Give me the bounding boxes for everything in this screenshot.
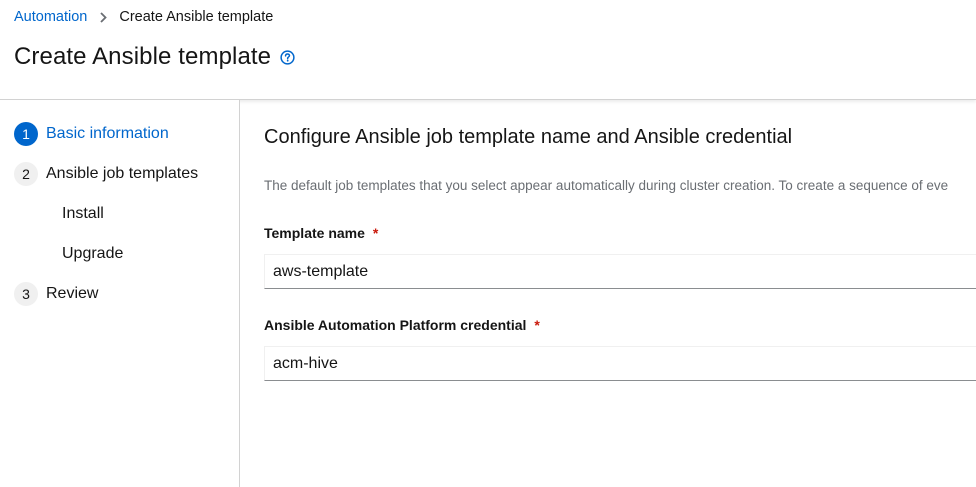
wizard-step-basic-information[interactable]: 1 Basic information <box>14 122 169 146</box>
field-label-text: Ansible Automation Platform credential <box>264 317 527 333</box>
wizard-main-content: Configure Ansible job template name and … <box>240 100 976 487</box>
wizard-substep-upgrade[interactable]: Upgrade <box>62 242 123 266</box>
template-name-input[interactable] <box>264 254 976 289</box>
breadcrumb-current: Create Ansible template <box>119 9 274 25</box>
step-number: 1 <box>14 122 38 146</box>
step-label: Basic information <box>46 125 169 142</box>
title-row: Create Ansible template <box>14 43 295 71</box>
page-title: Create Ansible template <box>14 43 272 70</box>
step-number: 3 <box>14 282 38 306</box>
template-name-label: Template name * <box>264 225 378 241</box>
credential-label: Ansible Automation Platform credential * <box>264 317 540 333</box>
chevron-right-icon <box>100 11 108 23</box>
breadcrumb-automation-link[interactable]: Automation <box>14 9 87 25</box>
question-circle-icon[interactable] <box>280 49 295 65</box>
page: Automation Create Ansible template Creat… <box>0 0 976 487</box>
wizard-step-review[interactable]: 3 Review <box>14 282 98 306</box>
field-label-text: Template name <box>264 225 365 241</box>
section-title: Configure Ansible job template name and … <box>264 126 793 148</box>
required-indicator: * <box>534 317 540 333</box>
page-header: Automation Create Ansible template Creat… <box>0 0 976 100</box>
step-label: Ansible job templates <box>46 165 199 182</box>
wizard-nav: 1 Basic information 2 Ansible job templa… <box>0 100 240 487</box>
credential-select[interactable] <box>264 346 976 381</box>
step-label: Review <box>46 285 99 302</box>
step-number: 2 <box>14 162 38 186</box>
wizard-substep-install[interactable]: Install <box>62 202 104 226</box>
wizard-step-ansible-job-templates[interactable]: 2 Ansible job templates <box>14 162 198 186</box>
required-indicator: * <box>372 225 379 241</box>
breadcrumb: Automation Create Ansible template <box>14 7 273 27</box>
section-description: The default job templates that you selec… <box>264 178 949 193</box>
